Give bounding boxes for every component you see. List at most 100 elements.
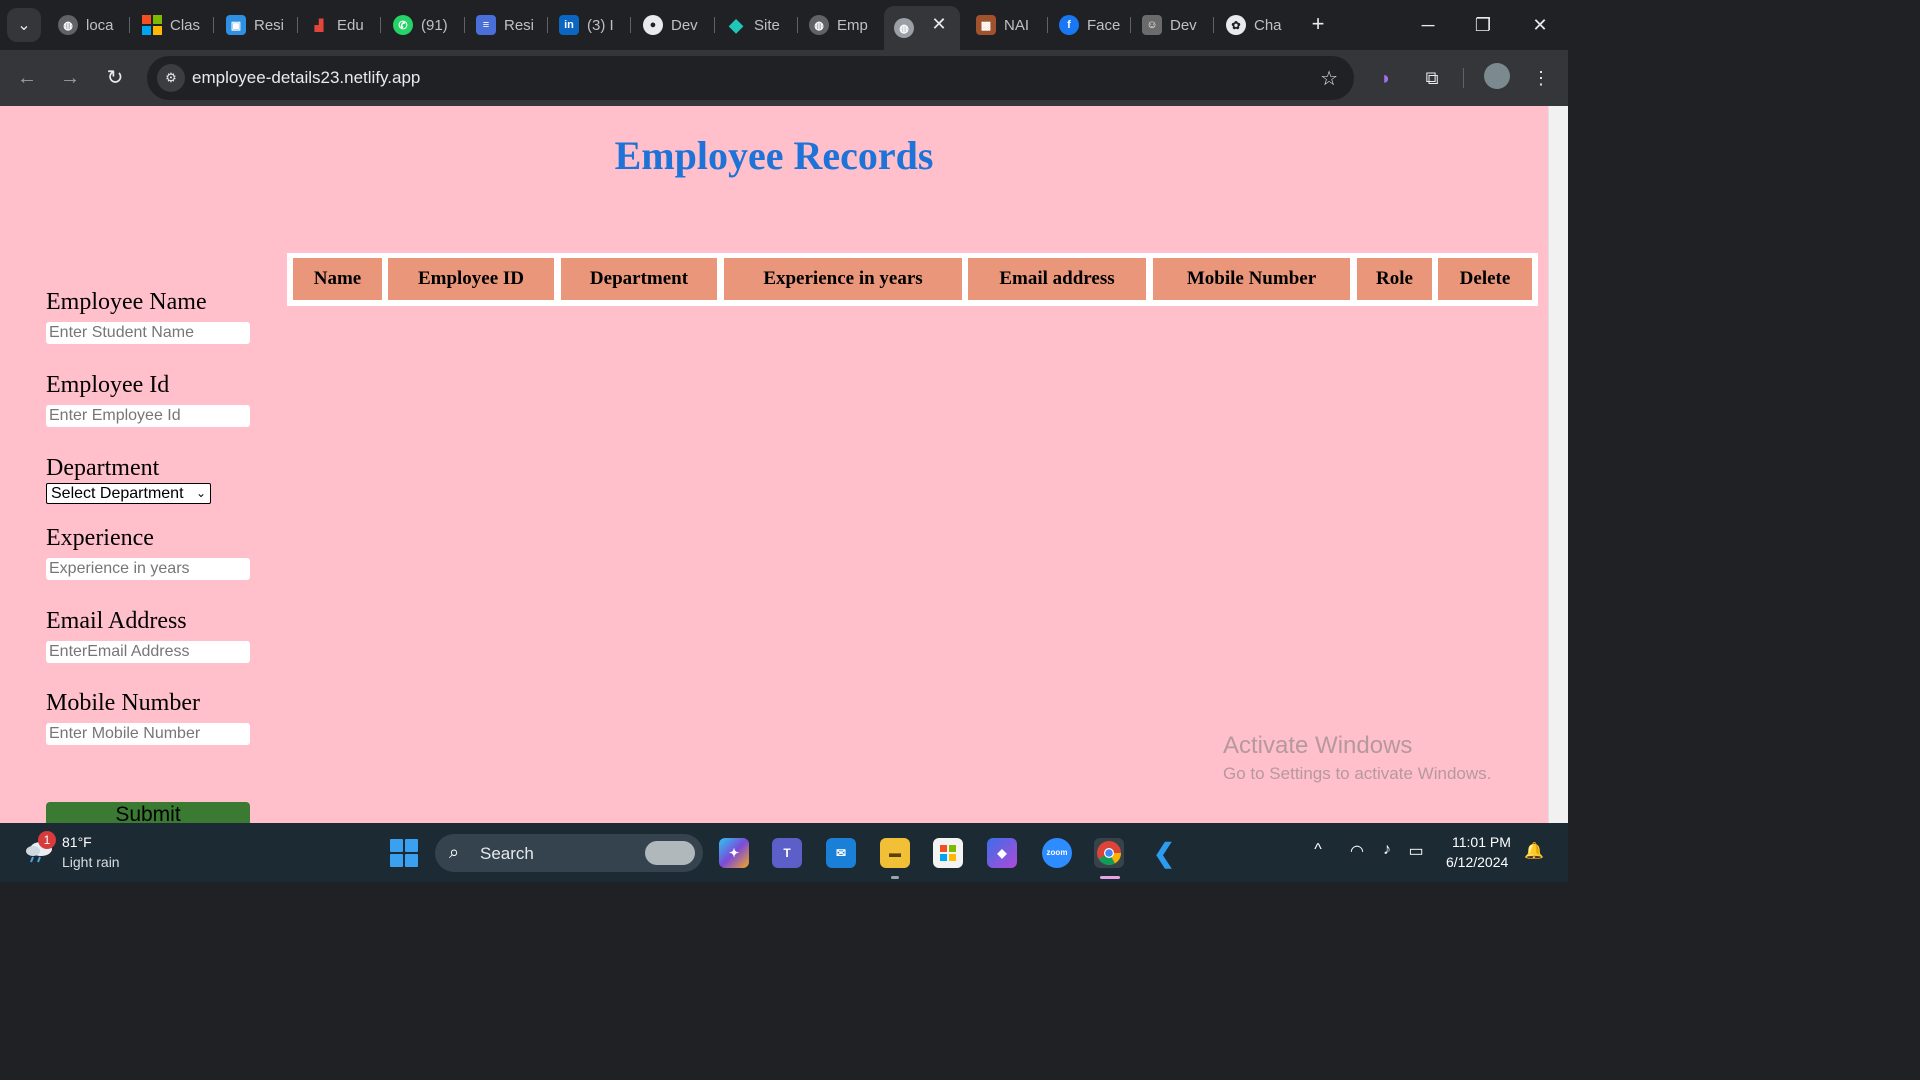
search-icon: ⌕: [449, 842, 460, 862]
weather-temperature: 81°F: [62, 834, 92, 850]
experience-label: Experience: [46, 525, 154, 551]
column-header-delete: Delete: [1438, 258, 1532, 300]
resume-icon: ▣: [226, 15, 246, 35]
clock-time: 11:01 PM: [1452, 834, 1511, 850]
profile-icon: ☺: [1142, 15, 1162, 35]
employee-id-label: Employee Id: [46, 372, 170, 398]
windows-start-icon[interactable]: [390, 839, 418, 867]
globe-icon: ◍: [809, 15, 829, 35]
microsoft-store-icon[interactable]: [933, 838, 963, 868]
copilot-app-icon[interactable]: ✦: [719, 838, 749, 868]
tab-github[interactable]: ● Dev: [643, 8, 715, 42]
tab-nai[interactable]: ▩ NAI: [976, 8, 1048, 42]
employee-name-label: Employee Name: [46, 289, 207, 315]
facebook-icon: f: [1059, 15, 1079, 35]
employee-records-table: Name Employee ID Department Experience i…: [287, 253, 1538, 306]
taskbar: 1 81°F Light rain ⌕ Search ✦ T ✉ ▬ ◆ zoo…: [0, 823, 1568, 882]
taskbar-search-label: Search: [480, 844, 534, 863]
experience-input[interactable]: [46, 558, 250, 580]
linkedin-icon: in: [559, 15, 579, 35]
whatsapp-icon: ✆: [393, 15, 413, 35]
extensions-icon[interactable]: ⧉: [1418, 64, 1446, 92]
column-header-email: Email address: [968, 258, 1146, 300]
search-highlight-icon: [645, 841, 695, 865]
microsoft-icon: [142, 15, 162, 35]
browser-toolbar: ← → ↻ ⚙ employee-details23.netlify.app ☆…: [0, 50, 1568, 106]
bookmark-star-icon[interactable]: ☆: [1320, 66, 1338, 91]
taskbar-search-box[interactable]: ⌕ Search: [435, 834, 703, 872]
weather-description: Light rain: [62, 854, 120, 870]
tab-site[interactable]: ◆ Site: [726, 8, 798, 42]
site-info-icon[interactable]: ⚙: [157, 64, 185, 92]
tab-loca[interactable]: ◍ loca: [58, 8, 130, 42]
page-title: Employee Records: [614, 133, 934, 178]
tab-linkedin[interactable]: in (3) I: [559, 8, 631, 42]
battery-icon[interactable]: ▭: [1404, 841, 1428, 861]
tab-resi-1[interactable]: ▣ Resi: [226, 8, 298, 42]
chevron-down-icon: ⌄: [17, 17, 31, 34]
power-automate-icon[interactable]: ◆: [987, 838, 1017, 868]
address-bar[interactable]: ⚙ employee-details23.netlify.app ☆: [147, 56, 1354, 100]
tab-dev[interactable]: ☺ Dev: [1142, 8, 1214, 42]
file-explorer-icon[interactable]: ▬: [880, 838, 910, 868]
column-header-department: Department: [561, 258, 717, 300]
mobile-input[interactable]: [46, 723, 250, 745]
chrome-icon[interactable]: [1094, 838, 1124, 868]
column-header-role: Role: [1357, 258, 1432, 300]
tab-strip: ⌄ ◍ loca Clas ▣ Resi ▟ Edu ✆ (91) ≡ Resi…: [0, 0, 1568, 50]
tab-search-button[interactable]: ⌄: [7, 8, 41, 42]
close-tab-icon[interactable]: ✕: [929, 14, 949, 34]
new-tab-button[interactable]: +: [1306, 12, 1330, 36]
activate-windows-title: Activate Windows: [1223, 732, 1413, 759]
globe-icon: ◍: [894, 18, 914, 38]
edu-icon: ▟: [309, 15, 329, 35]
chatgpt-icon: ✿: [1226, 15, 1246, 35]
page-scrollbar[interactable]: [1548, 106, 1568, 823]
submit-button[interactable]: Submit: [46, 802, 250, 823]
wifi-icon[interactable]: ◠: [1345, 841, 1369, 861]
reload-icon[interactable]: ↻: [101, 64, 129, 92]
document-icon: ≡: [476, 15, 496, 35]
menu-icon[interactable]: ⋮: [1527, 64, 1555, 92]
column-header-employee-id: Employee ID: [388, 258, 554, 300]
teams-icon[interactable]: T: [772, 838, 802, 868]
employee-id-input[interactable]: [46, 405, 250, 427]
column-header-experience: Experience in years: [724, 258, 962, 300]
volume-icon[interactable]: ♪: [1375, 841, 1399, 859]
mail-icon[interactable]: ✉: [826, 838, 856, 868]
profile-avatar[interactable]: [1484, 63, 1510, 89]
copilot-extension-icon[interactable]: ◗: [1372, 64, 1400, 92]
email-input[interactable]: [46, 641, 250, 663]
movie-icon: ▩: [976, 15, 996, 35]
tab-whatsapp[interactable]: ✆ (91): [393, 8, 465, 42]
tab-clas[interactable]: Clas: [142, 8, 214, 42]
close-window-icon[interactable]: ✕: [1525, 12, 1555, 38]
zoom-icon[interactable]: zoom: [1042, 838, 1072, 868]
minimize-icon[interactable]: ─: [1413, 12, 1443, 38]
restore-icon[interactable]: ❐: [1468, 12, 1498, 38]
mobile-label: Mobile Number: [46, 690, 200, 716]
activate-windows-subtitle: Go to Settings to activate Windows.: [1223, 764, 1492, 783]
department-selected-value: Select Department: [51, 485, 184, 502]
chevron-down-icon: ⌄: [195, 486, 206, 500]
url-text[interactable]: employee-details23.netlify.app: [192, 68, 420, 88]
employee-name-input[interactable]: [46, 322, 250, 344]
email-label: Email Address: [46, 608, 187, 634]
column-header-mobile: Mobile Number: [1153, 258, 1350, 300]
column-header-name: Name: [293, 258, 382, 300]
department-select[interactable]: Select Department ⌄: [46, 483, 211, 504]
tab-edu[interactable]: ▟ Edu: [309, 8, 381, 42]
tab-resi-2[interactable]: ≡ Resi: [476, 8, 548, 42]
notification-bell-icon[interactable]: 🔔: [1522, 841, 1546, 861]
clock-date: 6/12/2024: [1446, 854, 1509, 870]
github-icon: ●: [643, 15, 663, 35]
tab-chatgpt[interactable]: ✿ Cha: [1226, 8, 1286, 42]
back-icon[interactable]: ←: [13, 64, 41, 92]
vscode-icon[interactable]: ❮: [1149, 838, 1179, 868]
chevron-up-icon[interactable]: ^: [1306, 841, 1330, 859]
forward-icon[interactable]: →: [56, 64, 84, 92]
weather-alert-badge: 1: [38, 831, 56, 849]
tab-facebook[interactable]: f Face: [1059, 8, 1131, 42]
tab-emp[interactable]: ◍ Emp: [809, 8, 881, 42]
netlify-icon: ◆: [729, 14, 743, 35]
